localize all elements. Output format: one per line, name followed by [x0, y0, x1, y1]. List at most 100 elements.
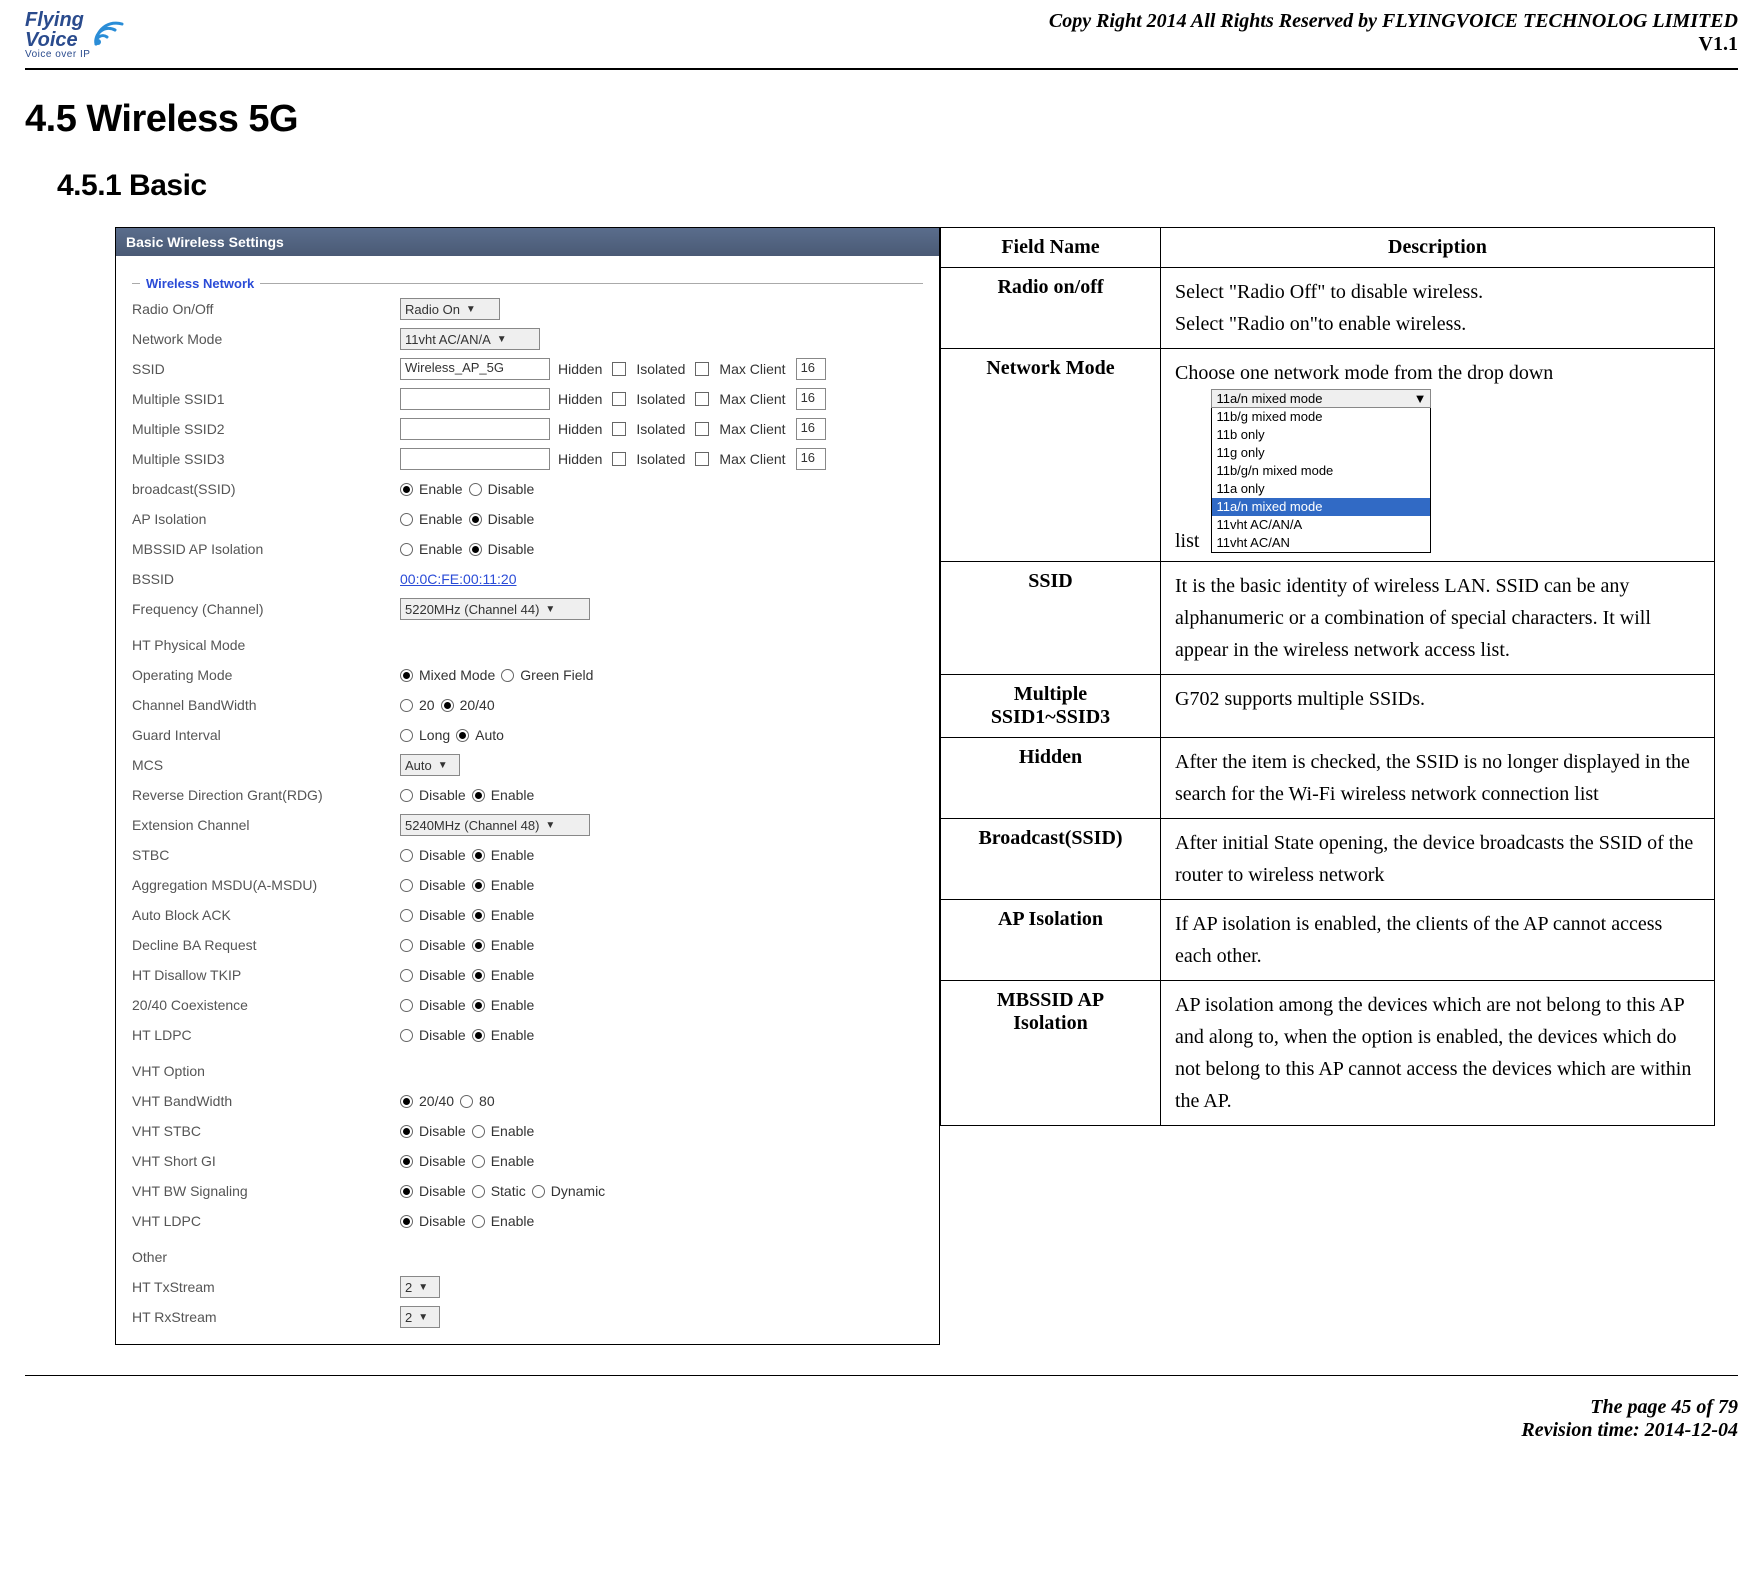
guard-auto-radio[interactable]	[456, 729, 469, 742]
description-table: Field Name Description Radio on/offSelec…	[940, 227, 1715, 1126]
field-name-cell: Hidden	[941, 738, 1161, 819]
guard-long-radio[interactable]	[400, 729, 413, 742]
op_mode-greenfield-radio[interactable]	[501, 669, 514, 682]
mssid1-hidden-checkbox[interactable]	[612, 392, 626, 406]
stbc-enable-radio[interactable]	[472, 849, 485, 862]
vht_sgi-enable-radio[interactable]	[472, 1155, 485, 1168]
radio-onoff-select[interactable]: Radio On▼	[400, 298, 500, 320]
mssid1-input[interactable]	[400, 388, 550, 410]
ssid-input[interactable]: Wireless_AP_5G	[400, 358, 550, 380]
broadcast-label: broadcast(SSID)	[132, 481, 392, 497]
rdg-disable-radio[interactable]	[400, 789, 413, 802]
description-cell: It is the basic identity of wireless LAN…	[1161, 562, 1715, 675]
page-number: The page 45 of 79	[25, 1396, 1738, 1419]
tkip-label: HT Disallow TKIP	[132, 967, 392, 983]
vht_bws-disable-radio[interactable]	[400, 1185, 413, 1198]
mssid2-hidden-checkbox[interactable]	[612, 422, 626, 436]
ldpc-disable-radio[interactable]	[400, 1029, 413, 1042]
desc-th-desc: Description	[1161, 228, 1715, 268]
mssid3-maxclient-input[interactable]: 16	[796, 448, 826, 470]
op_mode-mixedmode-radio[interactable]	[400, 669, 413, 682]
amsdu-enable-radio[interactable]	[472, 879, 485, 892]
broadcast-enable-radio[interactable]	[400, 483, 413, 496]
subsection-heading: 4.5.1 Basic	[57, 169, 1738, 203]
ap_iso-disable-radio[interactable]	[469, 513, 482, 526]
ssid-maxclient-input[interactable]: 16	[796, 358, 826, 380]
abck-disable-radio[interactable]	[400, 909, 413, 922]
mssid1-isolated-checkbox[interactable]	[695, 392, 709, 406]
vht_stbc-label: VHT STBC	[132, 1123, 392, 1139]
vht_ldpc-disable-radio[interactable]	[400, 1215, 413, 1228]
httx-select[interactable]: 2▼	[400, 1276, 440, 1298]
dba-enable-radio[interactable]	[472, 939, 485, 952]
mcs-label: MCS	[132, 757, 392, 773]
stbc-disable-radio[interactable]	[400, 849, 413, 862]
coex-disable-radio[interactable]	[400, 999, 413, 1012]
vht_sgi-disable-radio[interactable]	[400, 1155, 413, 1168]
wifi-wave-icon	[92, 10, 126, 48]
vht_bws-static-radio[interactable]	[472, 1185, 485, 1198]
broadcast-disable-radio[interactable]	[469, 483, 482, 496]
network-mode-select[interactable]: 11vht AC/AN/A▼	[400, 328, 540, 350]
ssid-hidden-checkbox[interactable]	[612, 362, 626, 376]
desc-th-field: Field Name	[941, 228, 1161, 268]
mssid2-isolated-checkbox[interactable]	[695, 422, 709, 436]
bssid-label: BSSID	[132, 571, 392, 587]
table-row: MBSSID APIsolationAP isolation among the…	[941, 981, 1715, 1126]
ssid-hidden-label: Hidden	[558, 361, 602, 377]
table-row: SSIDIt is the basic identity of wireless…	[941, 562, 1715, 675]
mssid2-input[interactable]	[400, 418, 550, 440]
vht_ldpc-enable-radio[interactable]	[472, 1215, 485, 1228]
mbssid_iso-enable-radio[interactable]	[400, 543, 413, 556]
dba-disable-radio[interactable]	[400, 939, 413, 952]
mssid1-maxclient-input[interactable]: 16	[796, 388, 826, 410]
mssid2-maxclient-input[interactable]: 16	[796, 418, 826, 440]
mcs-select[interactable]: Auto▼	[400, 754, 460, 776]
vht_bw-80-radio[interactable]	[460, 1095, 473, 1108]
mssid3-input[interactable]	[400, 448, 550, 470]
vht_bws-label: VHT BW Signaling	[132, 1183, 392, 1199]
amsdu-label: Aggregation MSDU(A-MSDU)	[132, 877, 392, 893]
vht_stbc-disable-radio[interactable]	[400, 1125, 413, 1138]
network-mode-dropdown-image: 11a/n mixed mode▼11b/g mixed mode11b onl…	[1211, 389, 1431, 553]
chevron-down-icon: ▼	[497, 334, 507, 345]
amsdu-disable-radio[interactable]	[400, 879, 413, 892]
ldpc-label: HT LDPC	[132, 1027, 392, 1043]
description-cell: Select "Radio Off" to disable wireless.S…	[1161, 268, 1715, 349]
ldpc-enable-radio[interactable]	[472, 1029, 485, 1042]
ext_ch-select[interactable]: 5240MHz (Channel 48)▼	[400, 814, 590, 836]
table-row: AP IsolationIf AP isolation is enabled, …	[941, 900, 1715, 981]
ssid-isolated-checkbox[interactable]	[695, 362, 709, 376]
vht_stbc-enable-radio[interactable]	[472, 1125, 485, 1138]
mbssid_iso-disable-radio[interactable]	[469, 543, 482, 556]
tkip-disable-radio[interactable]	[400, 969, 413, 982]
header-rule	[25, 68, 1738, 70]
panel-title: Basic Wireless Settings	[116, 228, 939, 256]
field-name-cell: Broadcast(SSID)	[941, 819, 1161, 900]
chevron-down-icon: ▼	[418, 1312, 428, 1323]
coex-enable-radio[interactable]	[472, 999, 485, 1012]
ap_iso-enable-radio[interactable]	[400, 513, 413, 526]
vht_bw-2040-radio[interactable]	[400, 1095, 413, 1108]
field-name-cell: Radio on/off	[941, 268, 1161, 349]
htrx-select[interactable]: 2▼	[400, 1306, 440, 1328]
ch_bw-20-radio[interactable]	[400, 699, 413, 712]
settings-screenshot: Basic Wireless Settings Wireless Network…	[115, 227, 940, 1345]
abck-enable-radio[interactable]	[472, 909, 485, 922]
section-heading: 4.5 Wireless 5G	[25, 98, 1738, 141]
mssid1-label: Multiple SSID1	[132, 391, 392, 407]
chevron-down-icon: ▼	[545, 820, 555, 831]
ssid-maxclient-label: Max Client	[719, 361, 785, 377]
chevron-down-icon: ▼	[1414, 391, 1427, 406]
mssid3-label: Multiple SSID3	[132, 451, 392, 467]
mssid3-isolated-checkbox[interactable]	[695, 452, 709, 466]
page-header: Flying Voice Voice over IP Copy Right 20…	[25, 10, 1738, 60]
rdg-enable-radio[interactable]	[472, 789, 485, 802]
chevron-down-icon: ▼	[466, 304, 476, 315]
vht_bws-dynamic-radio[interactable]	[532, 1185, 545, 1198]
vht_bw-label: VHT BandWidth	[132, 1093, 392, 1109]
mssid3-hidden-checkbox[interactable]	[612, 452, 626, 466]
freq-select[interactable]: 5220MHz (Channel 44)▼	[400, 598, 590, 620]
tkip-enable-radio[interactable]	[472, 969, 485, 982]
ch_bw-2040-radio[interactable]	[441, 699, 454, 712]
